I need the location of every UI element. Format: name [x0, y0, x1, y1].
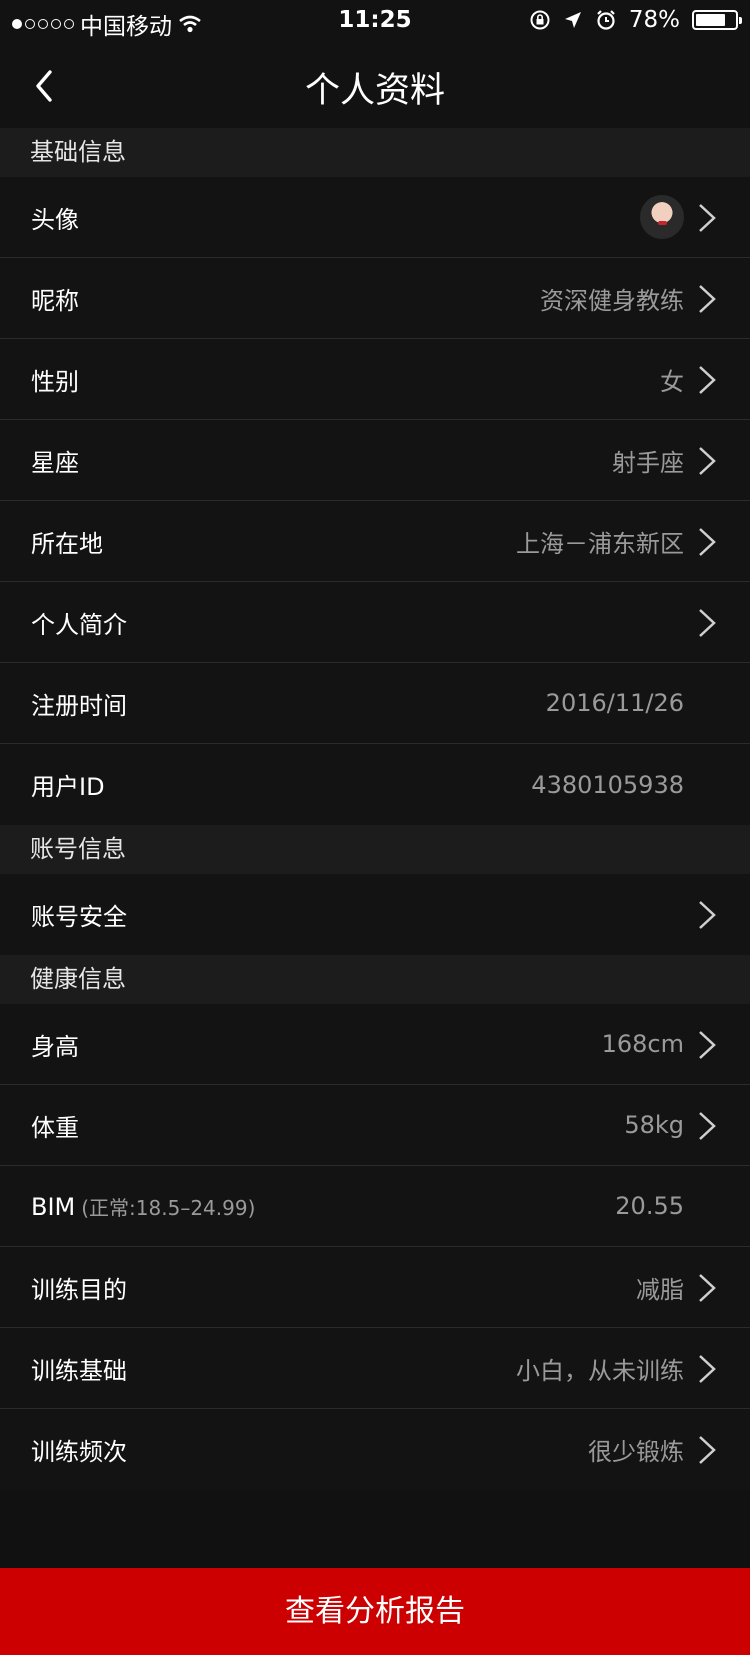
row-value: 20.55: [615, 1192, 684, 1220]
row-label: 性别: [31, 367, 79, 396]
section-header-account-info: 账号信息: [0, 825, 750, 874]
row-zodiac[interactable]: 星座 射手座: [0, 420, 750, 501]
status-bar: 中国移动 11:25 78%: [0, 0, 750, 42]
row-value: 女: [660, 367, 684, 396]
row-value: 168cm: [601, 1030, 684, 1058]
row-register-time: 注册时间 2016/11/26: [0, 663, 750, 744]
orientation-lock-icon: [530, 10, 550, 30]
row-label: 训练目的: [31, 1275, 127, 1304]
row-avatar[interactable]: 头像: [0, 177, 750, 258]
chevron-right-icon: [699, 1112, 716, 1140]
row-label: 注册时间: [31, 691, 127, 720]
chevron-right-icon: [699, 1274, 716, 1302]
row-value: 2016/11/26: [545, 689, 684, 717]
section-header-health-info: 健康信息: [0, 955, 750, 1004]
row-label: 所在地: [31, 529, 103, 558]
row-value: 小白，从未训练: [516, 1356, 684, 1385]
chevron-right-icon: [699, 447, 716, 475]
row-label: 账号安全: [31, 903, 127, 931]
view-analysis-report-button[interactable]: 查看分析报告: [0, 1568, 750, 1655]
bmi-normal-range: (正常:18.5–24.99): [81, 1195, 256, 1220]
row-user-id: 用户ID 4380105938: [0, 744, 750, 825]
row-value: 4380105938: [531, 770, 684, 799]
chevron-right-icon: [699, 1355, 716, 1383]
row-label: 训练频次: [31, 1438, 127, 1466]
row-training-goal[interactable]: 训练目的 减脂: [0, 1247, 750, 1328]
page-title: 个人资料: [304, 71, 445, 111]
bmi-label: BIM: [31, 1192, 76, 1221]
chevron-right-icon: [699, 528, 716, 556]
chevron-right-icon: [699, 609, 716, 637]
row-value: 很少锻炼: [588, 1438, 684, 1466]
battery-icon: [692, 10, 742, 30]
row-gender[interactable]: 性别 女: [0, 339, 750, 420]
chevron-right-icon: [699, 204, 716, 232]
section-header-basic-info: 基础信息: [0, 128, 750, 177]
row-label: 体重: [31, 1113, 79, 1142]
row-label: 身高: [31, 1032, 79, 1061]
chevron-right-icon: [699, 366, 716, 394]
chevron-right-icon: [699, 1436, 716, 1464]
row-height[interactable]: 身高 168cm: [0, 1004, 750, 1085]
chevron-right-icon: [699, 1031, 716, 1059]
row-bmi: BIM (正常:18.5–24.99) 20.55: [0, 1166, 750, 1247]
row-label: 头像: [31, 205, 79, 234]
row-location[interactable]: 所在地 上海－浦东新区: [0, 501, 750, 582]
row-nickname[interactable]: 昵称 资深健身教练: [0, 258, 750, 339]
row-bio[interactable]: 个人简介: [0, 582, 750, 663]
row-training-frequency[interactable]: 训练频次 很少锻炼: [0, 1409, 750, 1490]
row-training-base[interactable]: 训练基础 小白，从未训练: [0, 1328, 750, 1409]
battery-percent: 78%: [628, 7, 680, 33]
row-account-security[interactable]: 账号安全: [0, 874, 750, 955]
row-label: 星座: [31, 448, 79, 477]
navigation-bar: 个人资料: [0, 42, 750, 128]
row-value: 射手座: [612, 448, 684, 477]
row-label: 昵称: [31, 286, 79, 315]
alarm-clock-icon: [597, 10, 615, 30]
chevron-right-icon: [699, 901, 716, 929]
row-value: 58kg: [624, 1111, 684, 1139]
avatar: [640, 195, 684, 239]
row-label: 个人简介: [31, 610, 127, 639]
row-label: 用户ID: [31, 773, 105, 801]
chevron-right-icon: [699, 285, 716, 313]
row-label: BIM (正常:18.5–24.99): [31, 1192, 255, 1221]
row-weight[interactable]: 体重 58kg: [0, 1085, 750, 1166]
row-label: 训练基础: [31, 1356, 127, 1385]
row-value: 上海－浦东新区: [516, 529, 684, 558]
row-value: 减脂: [636, 1275, 684, 1304]
location-arrow-icon: [564, 12, 581, 28]
row-value: 资深健身教练: [540, 286, 684, 315]
